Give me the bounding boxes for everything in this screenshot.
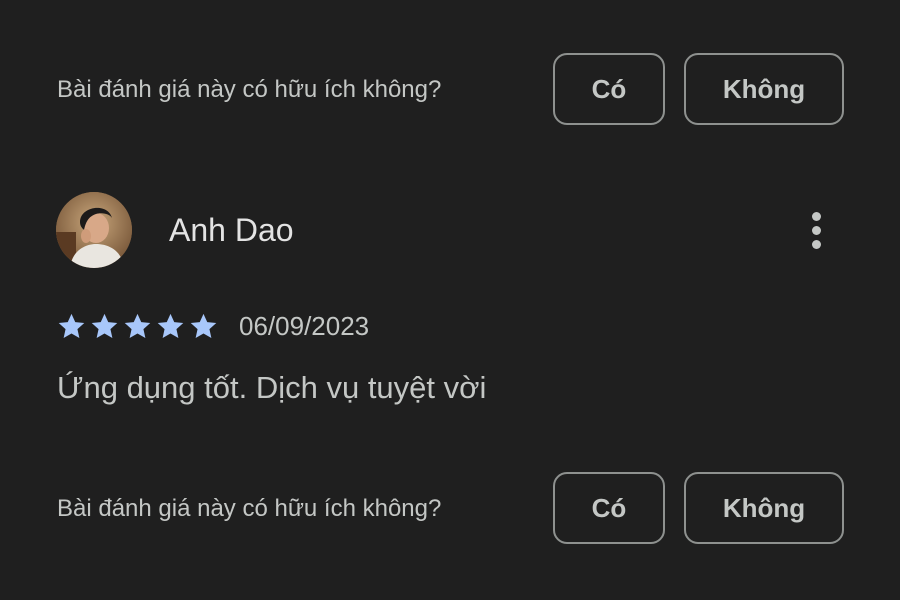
no-button[interactable]: Không — [684, 53, 844, 125]
star-icon — [56, 311, 87, 342]
star-icon — [188, 311, 219, 342]
review-header: Anh Dao — [0, 192, 900, 268]
avatar[interactable] — [56, 192, 132, 268]
no-button[interactable]: Không — [684, 472, 844, 544]
star-icon — [155, 311, 186, 342]
star-rating — [56, 311, 219, 342]
helpful-question: Bài đánh giá này có hữu ích không? — [57, 495, 442, 522]
review-text: Ứng dụng tốt. Dịch vụ tuyệt vời — [57, 370, 487, 405]
yes-button[interactable]: Có — [553, 472, 665, 544]
star-icon — [89, 311, 120, 342]
yes-button[interactable]: Có — [553, 53, 665, 125]
review-page: Bài đánh giá này có hữu ích không? Có Kh… — [0, 0, 900, 600]
helpful-prompt-top: Bài đánh giá này có hữu ích không? Có Kh… — [0, 53, 900, 129]
more-vert-icon[interactable] — [796, 206, 836, 254]
helpful-question: Bài đánh giá này có hữu ích không? — [57, 76, 442, 103]
reviewer-name: Anh Dao — [169, 212, 294, 248]
avatar-image — [56, 192, 132, 268]
review-date: 06/09/2023 — [239, 310, 370, 341]
rating-row: 06/09/2023 — [56, 308, 369, 344]
star-icon — [122, 311, 153, 342]
helpful-prompt-bottom: Bài đánh giá này có hữu ích không? Có Kh… — [0, 472, 900, 548]
